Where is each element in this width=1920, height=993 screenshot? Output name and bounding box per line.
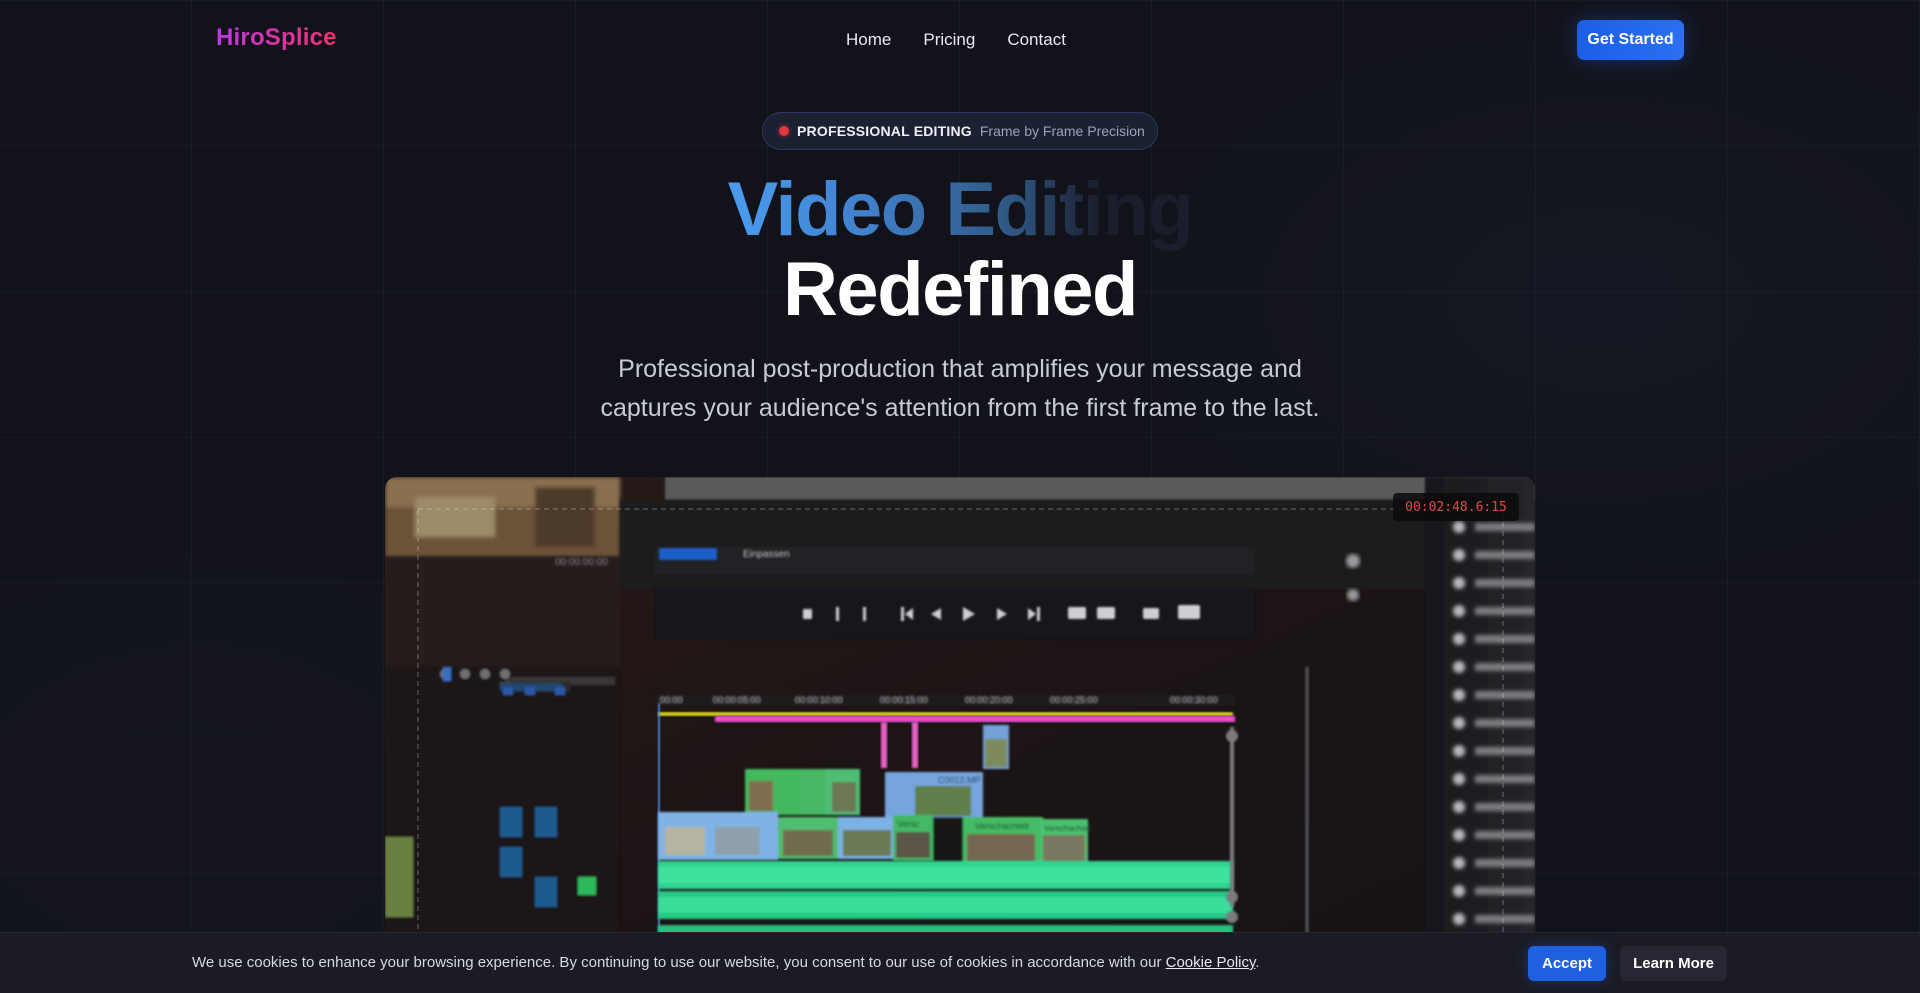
nav-link-contact[interactable]: Contact	[1007, 30, 1066, 50]
cookie-trailing: .	[1255, 954, 1260, 971]
ruler-label-2: 00:00:10:00	[795, 695, 843, 705]
badge-sub-text: Frame by Frame Precision	[979, 123, 1145, 139]
ruler-label-3: 00:00:15:00	[880, 695, 928, 705]
ruler-label-0: 00:00	[660, 695, 683, 705]
accept-cookies-button[interactable]: Accept	[1528, 946, 1606, 981]
hero-title-line1: Video Editing	[0, 168, 1920, 252]
editor-small-timecode: 00:00:00:00	[555, 557, 608, 568]
cookie-text: We use cookies to enhance your browsing …	[192, 954, 1162, 971]
clip-label-3: Verschachtelt	[1044, 824, 1093, 833]
learn-more-button[interactable]: Learn More	[1620, 946, 1727, 981]
brand-logo[interactable]: HiroSplice	[216, 24, 337, 52]
ruler-label-5: 00:00:25:00	[1050, 695, 1098, 705]
nav-links: Home Pricing Contact	[846, 30, 1066, 50]
hero-subtitle-line2: captures your audience's attention from …	[600, 394, 1320, 422]
badge-main-text: PROFESSIONAL EDITING	[797, 123, 972, 139]
footage-thumbnail	[385, 477, 620, 557]
ruler-label-1: 00:00:05:00	[713, 695, 761, 705]
cookie-message: We use cookies to enhance your browsing …	[192, 954, 1260, 971]
nav-link-home[interactable]: Home	[846, 30, 891, 50]
nav-link-pricing[interactable]: Pricing	[923, 30, 975, 50]
top-nav: HiroSplice Home Pricing Contact Get Star…	[0, 0, 1920, 80]
clip-label-0: C0012.MP	[938, 775, 981, 785]
hero-subtitle-line1: Professional post-production that amplif…	[618, 355, 1302, 383]
editor-dropdown-label: Einpassen	[743, 549, 790, 560]
hero-badge: PROFESSIONAL EDITING Frame by Frame Prec…	[762, 112, 1158, 150]
cookie-banner: We use cookies to enhance your browsing …	[0, 932, 1920, 993]
get-started-button[interactable]: Get Started	[1577, 20, 1684, 60]
hero-title-gradient: Video Editing	[727, 167, 1194, 252]
ruler-label-4: 00:00:20:00	[965, 695, 1013, 705]
editor-preview-image: Einpassen 00:00:00:00 00:00 00:00:05:00 …	[385, 477, 1535, 993]
cookie-policy-link[interactable]: Cookie Policy	[1166, 954, 1256, 971]
timecode-overlay: 00:02:48.6:15	[1393, 493, 1519, 521]
clip-label-1: Verschachtelt	[975, 821, 1030, 831]
hero-subtitle: Professional post-production that amplif…	[560, 350, 1360, 428]
editor-screen-svg: Einpassen 00:00:00:00 00:00 00:00:05:00 …	[385, 477, 1535, 993]
hero-title-line2: Redefined	[783, 247, 1138, 332]
record-dot-icon	[779, 126, 789, 136]
ruler-label-6: 00:00:30:00	[1170, 695, 1218, 705]
clip-label-2: Versc	[897, 819, 920, 829]
page: HiroSplice Home Pricing Contact Get Star…	[0, 0, 1920, 993]
